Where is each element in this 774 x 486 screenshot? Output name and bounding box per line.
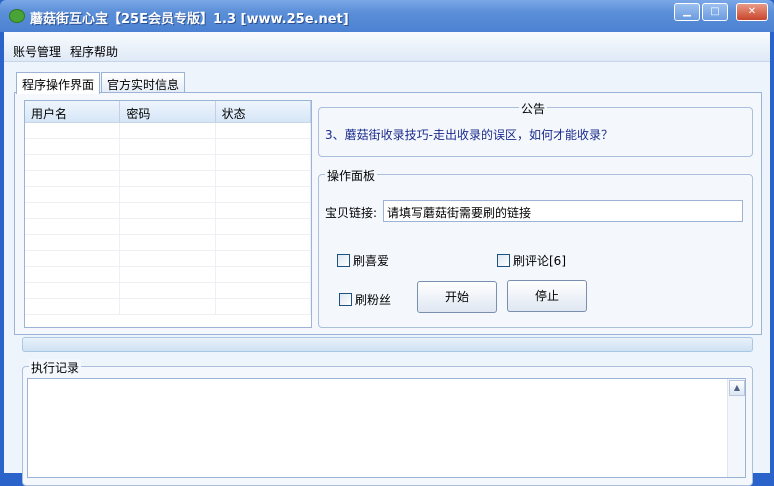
notice-legend: 公告 (519, 100, 548, 117)
checkbox-box (337, 254, 350, 267)
checkbox-box (339, 293, 352, 306)
tab-official-info[interactable]: 官方实时信息 (101, 72, 186, 93)
table-row (25, 203, 311, 219)
operation-panel: 操作面板 宝贝链接: 请填写蘑菇街需要刷的链接 刷喜爱 刷评论[6] 刷粉丝 开… (318, 167, 753, 328)
title-bar: 蘑菇街互心宝【25E会员专版】1.3 [www.25e.net] ▁ □ ✕ (0, 0, 774, 32)
checkbox-fans-label: 刷粉丝 (355, 293, 392, 307)
menu-bar: 账号管理 程序帮助 (4, 32, 770, 62)
table-row (25, 155, 311, 171)
table-row (25, 283, 311, 299)
menu-account[interactable]: 账号管理 (13, 43, 61, 60)
scroll-up-icon[interactable]: ▲ (729, 380, 745, 396)
close-button[interactable]: ✕ (736, 3, 768, 21)
operation-legend: 操作面板 (325, 167, 378, 184)
table-row (25, 299, 311, 315)
checkbox-comment-label: 刷评论[6] (513, 254, 566, 268)
account-table[interactable]: 用户名 密码 状态 (24, 100, 312, 328)
start-button[interactable]: 开始 (417, 281, 497, 313)
checkbox-box (497, 254, 510, 267)
tab-operation[interactable]: 程序操作界面 (16, 72, 101, 94)
menu-help[interactable]: 程序帮助 (70, 43, 118, 60)
progress-bar (22, 337, 753, 352)
table-row (25, 187, 311, 203)
table-row (25, 235, 311, 251)
checkbox-fans[interactable]: 刷粉丝 (339, 291, 391, 308)
table-row (25, 171, 311, 187)
maximize-button[interactable]: □ (702, 3, 728, 21)
client-area: 账号管理 程序帮助 程序操作界面 官方实时信息 用户名 密码 状态 公告 3、蘑… (4, 32, 770, 486)
column-password[interactable]: 密码 (120, 101, 216, 122)
table-row (25, 123, 311, 139)
notice-group: 公告 3、蘑菇街收录技巧-走出收录的误区，如何才能收录？ (318, 100, 753, 157)
log-textarea[interactable]: ▲ (27, 378, 746, 478)
table-row (25, 139, 311, 155)
link-input[interactable]: 请填写蘑菇街需要刷的链接 (383, 200, 743, 222)
checkbox-like[interactable]: 刷喜爱 (337, 252, 389, 269)
link-label: 宝贝链接: (325, 206, 378, 220)
app-icon (9, 9, 25, 23)
window-title: 蘑菇街互心宝【25E会员专版】1.3 [www.25e.net] (30, 12, 349, 27)
log-scrollbar[interactable]: ▲ (727, 379, 745, 477)
notice-text[interactable]: 3、蘑菇街收录技巧-走出收录的误区，如何才能收录？ (325, 126, 613, 143)
checkbox-comment[interactable]: 刷评论[6] (497, 252, 566, 269)
checkbox-like-label: 刷喜爱 (353, 254, 390, 268)
stop-button[interactable]: 停止 (507, 280, 587, 312)
column-username[interactable]: 用户名 (25, 101, 121, 122)
table-row (25, 251, 311, 267)
minimize-button[interactable]: ▁ (674, 3, 700, 21)
column-status[interactable]: 状态 (216, 101, 311, 122)
table-row (25, 267, 311, 283)
table-row (25, 219, 311, 235)
log-legend: 执行记录 (29, 359, 82, 376)
